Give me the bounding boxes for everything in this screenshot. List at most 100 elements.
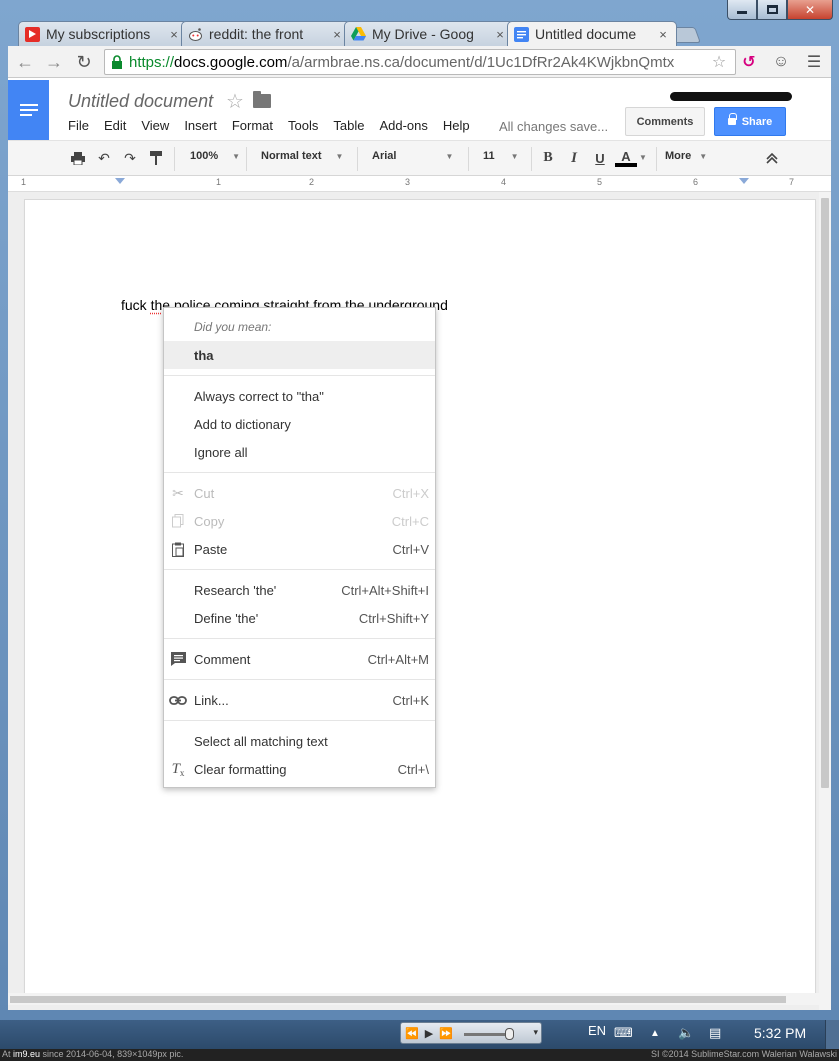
close-window-button[interactable]: ✕: [787, 0, 833, 20]
lock-icon: [727, 113, 737, 125]
volume-knob[interactable]: [505, 1028, 514, 1040]
research-item[interactable]: Research 'the' Ctrl+Alt+Shift+I: [164, 576, 435, 604]
save-status: All changes save...: [499, 119, 609, 134]
extension-icon[interactable]: ↺: [738, 51, 760, 73]
horizontal-scrollbar[interactable]: [8, 993, 819, 1005]
ruler-number: 6: [693, 177, 699, 187]
tab-docs-active[interactable]: Untitled docume ×: [507, 21, 677, 46]
ignore-all-item[interactable]: Ignore all: [164, 438, 435, 466]
comment-icon: [169, 650, 187, 668]
youtube-icon: [25, 26, 40, 42]
docs-home-button[interactable]: [8, 80, 49, 140]
comment-item[interactable]: Comment Ctrl+Alt+M: [164, 645, 435, 673]
text-color-button[interactable]: A: [615, 149, 637, 167]
account-name-redacted[interactable]: [670, 92, 792, 101]
menu-insert[interactable]: Insert: [184, 118, 217, 133]
tab-close-icon[interactable]: ×: [656, 27, 670, 42]
define-item[interactable]: Define 'the' Ctrl+Shift+Y: [164, 604, 435, 632]
menu-divider: [164, 569, 435, 570]
left-indent-marker[interactable]: [115, 178, 125, 184]
tab-close-icon[interactable]: ×: [330, 27, 344, 42]
reload-button[interactable]: ↻: [70, 48, 98, 76]
zoom-select[interactable]: 100% ▼: [190, 150, 240, 162]
menu-edit[interactable]: Edit: [104, 118, 126, 133]
menu-file[interactable]: File: [68, 118, 89, 133]
tab-youtube[interactable]: My subscriptions ×: [18, 21, 188, 46]
tab-strip: My subscriptions × reddit: the front × M…: [18, 21, 718, 46]
redo-icon[interactable]: ↷: [121, 149, 139, 167]
play-icon[interactable]: ▶: [425, 1027, 433, 1040]
tab-close-icon[interactable]: ×: [167, 27, 181, 42]
style-select[interactable]: Normal text ▼: [261, 150, 343, 162]
print-icon[interactable]: [69, 149, 87, 167]
always-correct-item[interactable]: Always correct to "tha": [164, 382, 435, 410]
cut-item[interactable]: ✂ Cut Ctrl+X: [164, 479, 435, 507]
link-item[interactable]: Link... Ctrl+K: [164, 686, 435, 714]
forward-button[interactable]: →: [40, 48, 68, 76]
scrollbar-thumb[interactable]: [821, 198, 829, 788]
chevron-down-icon: ▼: [232, 151, 241, 161]
menu-help[interactable]: Help: [443, 118, 470, 133]
italic-button[interactable]: I: [565, 149, 583, 167]
menu-table[interactable]: Table: [333, 118, 364, 133]
menu-tools[interactable]: Tools: [288, 118, 318, 133]
keyboard-icon[interactable]: ⌨: [614, 1025, 633, 1041]
url-path: /a/armbrae.ns.ca/document/d/1Uc1DfRr2Ak4…: [287, 53, 675, 71]
menu-addons[interactable]: Add-ons: [379, 118, 427, 133]
clock[interactable]: 5:32 PM: [754, 1025, 806, 1041]
menu-divider: [164, 375, 435, 376]
collapse-toolbar-icon[interactable]: [763, 149, 781, 167]
extension-face-icon[interactable]: ☺: [770, 51, 792, 73]
menu-format[interactable]: Format: [232, 118, 273, 133]
misspelled-word[interactable]: th: [151, 297, 163, 313]
share-button[interactable]: Share: [714, 107, 786, 136]
right-indent-marker[interactable]: [739, 178, 749, 184]
more-button[interactable]: More ▼: [665, 150, 707, 162]
comments-button[interactable]: Comments: [625, 107, 705, 136]
folder-icon[interactable]: [253, 91, 271, 108]
tray-expand-icon[interactable]: ▲: [650, 1028, 660, 1039]
tab-reddit[interactable]: reddit: the front ×: [181, 21, 351, 46]
undo-icon[interactable]: ↶: [95, 149, 113, 167]
minimize-button[interactable]: [727, 0, 757, 20]
document-title[interactable]: Untitled document: [68, 91, 213, 112]
font-size-select[interactable]: 11 ▼: [483, 150, 519, 162]
underline-button[interactable]: U: [591, 149, 609, 167]
text-color-swatch: [615, 163, 637, 167]
watermark-bar: At im9.eu since 2014-06-04, 839×1049px p…: [0, 1049, 839, 1061]
bookmark-star-icon[interactable]: ☆: [708, 51, 730, 73]
select-matching-item[interactable]: Select all matching text: [164, 727, 435, 755]
scrollbar-thumb[interactable]: [10, 996, 786, 1003]
volume-icon[interactable]: 🔈: [678, 1025, 694, 1041]
rewind-icon[interactable]: ⏪: [405, 1027, 419, 1040]
tab-close-icon[interactable]: ×: [493, 27, 507, 42]
language-indicator[interactable]: EN: [588, 1023, 606, 1038]
vertical-scrollbar[interactable]: [819, 192, 831, 1010]
text-color-dropdown[interactable]: ▼: [639, 153, 647, 162]
paste-item[interactable]: Paste Ctrl+V: [164, 535, 435, 563]
bold-button[interactable]: B: [539, 149, 557, 167]
chrome-menu-icon[interactable]: ☰: [803, 51, 825, 73]
taskbar: ⏪ ▶ ⏩ ▾ EN ⌨ ▲ 🔈 ▤ 5:32 PM: [0, 1020, 839, 1049]
ruler[interactable]: 1 1 2 3 4 5 6 7: [8, 176, 831, 192]
ruler-number: 1: [216, 177, 222, 187]
font-select[interactable]: Arial ▼: [372, 150, 453, 162]
paint-format-icon[interactable]: [147, 149, 165, 167]
tab-drive[interactable]: My Drive - Goog ×: [344, 21, 514, 46]
address-bar[interactable]: https://docs.google.com/a/armbrae.ns.ca/…: [104, 49, 736, 75]
copy-item[interactable]: Copy Ctrl+C: [164, 507, 435, 535]
maximize-button[interactable]: [757, 0, 787, 20]
minimize-icon: [737, 11, 747, 14]
network-icon[interactable]: ▤: [709, 1025, 721, 1041]
spelling-suggestion[interactable]: tha: [164, 341, 435, 369]
add-to-dictionary-item[interactable]: Add to dictionary: [164, 410, 435, 438]
zoom-value: 100%: [190, 150, 219, 162]
star-icon[interactable]: ☆: [226, 89, 244, 114]
menu-view[interactable]: View: [141, 118, 169, 133]
media-menu-icon[interactable]: ▾: [533, 1027, 538, 1038]
back-button[interactable]: ←: [11, 48, 39, 76]
clear-formatting-item[interactable]: Tx Clear formatting Ctrl+\: [164, 755, 435, 783]
fast-forward-icon[interactable]: ⏩: [439, 1027, 453, 1040]
show-desktop-button[interactable]: [825, 1020, 839, 1049]
toolbar-divider: [357, 147, 358, 171]
